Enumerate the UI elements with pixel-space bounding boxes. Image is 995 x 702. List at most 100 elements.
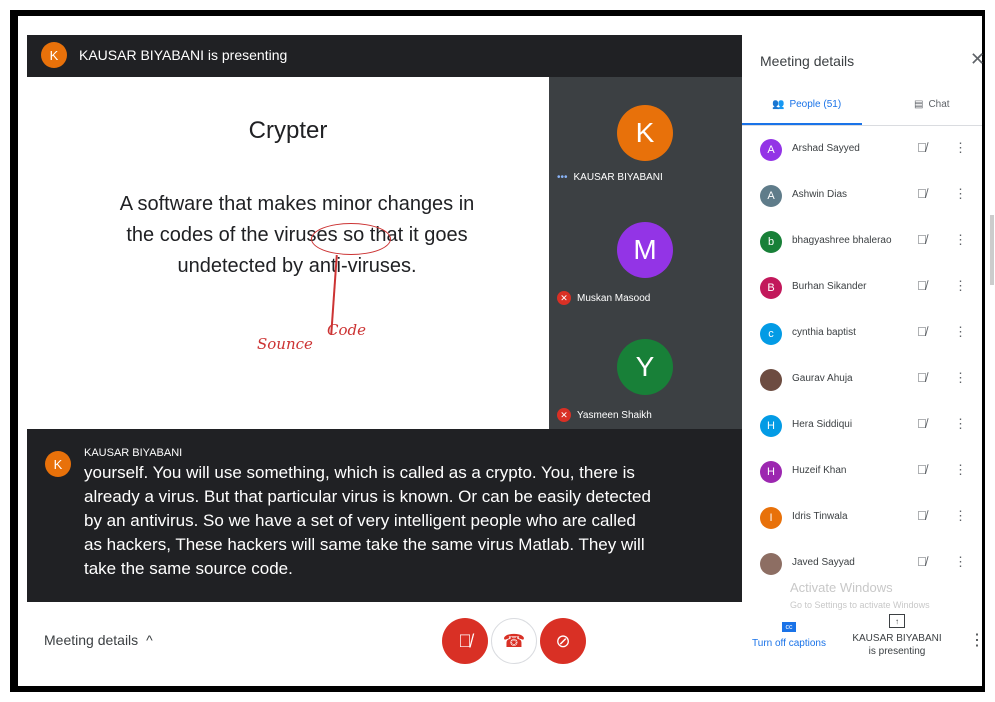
participant-tile[interactable]: K ••• KAUSAR BIYABANI [549, 77, 742, 194]
presenting-status-button[interactable]: ↑ KAUSAR BIYABANI is presenting [847, 614, 947, 658]
more-options-icon[interactable]: ⋮ [954, 370, 967, 386]
presenting-name: KAUSAR BIYABANI [852, 633, 942, 644]
person-name: Hera Siddiqui [792, 419, 853, 430]
more-options-icon[interactable]: ⋮ [954, 554, 967, 570]
camera-toggle-button[interactable]: ⊘ [540, 618, 586, 664]
more-options-icon[interactable]: ⋮ [954, 462, 967, 478]
person-name: Huzeif Khan [792, 465, 847, 476]
list-item[interactable]: b bhagyashree bhalerao 🎙̸ ⋮ [742, 220, 982, 266]
avatar: K [45, 451, 71, 477]
avatar: H [760, 461, 782, 483]
avatar: I [760, 507, 782, 529]
mic-off-icon: 🎙̸ [917, 232, 927, 247]
person-name: Gaurav Ahuja [792, 373, 853, 384]
avatar-photo [760, 553, 782, 575]
tab-divider [742, 125, 982, 126]
list-item[interactable]: Gaurav Ahuja 🎙̸ ⋮ [742, 358, 982, 404]
mic-off-icon: 🎙̸ [917, 186, 927, 201]
activate-windows-watermark: Activate Windows [790, 580, 893, 595]
list-item[interactable]: A Arshad Sayyed 🎙̸ ⋮ [742, 128, 982, 174]
mic-off-icon: 🎙̸ [917, 416, 927, 431]
participant-tile[interactable]: Y ✕ Yasmeen Shaikh [549, 311, 742, 428]
avatar: A [760, 185, 782, 207]
participant-tile[interactable]: M ✕ Muskan Masood [549, 194, 742, 311]
meeting-details-label: Meeting details [44, 632, 139, 648]
presenting-text: KAUSAR BIYABANI is presenting [79, 47, 288, 63]
more-options-icon[interactable]: ⋮ [969, 630, 985, 650]
avatar: H [760, 415, 782, 437]
more-options-icon[interactable]: ⋮ [954, 508, 967, 524]
avatar: c [760, 323, 782, 345]
bottom-toolbar: Meeting details ^ 🎙̸ ☎ ⊘ cc Turn off cap… [27, 602, 985, 686]
participant-name: ✕ Yasmeen Shaikh [557, 408, 652, 422]
presentation-slide: Crypter A software that makes minor chan… [27, 77, 549, 429]
turn-off-captions-label: Turn off captions [752, 638, 826, 649]
more-options-icon[interactable]: ⋮ [954, 278, 967, 294]
ink-annotation-source: Sounce [257, 335, 313, 353]
more-options-icon[interactable]: ⋮ [954, 140, 967, 156]
person-name: Javed Sayyad [792, 557, 855, 568]
person-name: Burhan Sikander [792, 281, 867, 292]
hang-up-icon: ☎ [502, 630, 526, 651]
list-item[interactable]: B Burhan Sikander 🎙̸ ⋮ [742, 266, 982, 312]
presenting-bar: K KAUSAR BIYABANI is presenting [27, 35, 742, 75]
caption-text: yourself. You will use something, which … [84, 463, 651, 578]
panel-scrollbar[interactable] [990, 215, 994, 285]
more-options-icon[interactable]: ⋮ [954, 232, 967, 248]
person-name: Ashwin Dias [792, 189, 848, 200]
mic-off-icon: 🎙̸ [917, 324, 927, 339]
tab-chat-label: Chat [928, 99, 950, 110]
mic-off-icon: 🎙̸ [917, 278, 927, 293]
chevron-up-icon: ^ [146, 632, 153, 648]
participant-name-label: Muskan Masood [577, 292, 651, 304]
tab-chat[interactable]: ▤ Chat [914, 99, 950, 110]
mic-off-icon: ✕ [557, 291, 571, 305]
more-options-icon[interactable]: ⋮ [954, 186, 967, 202]
presenting-status: is presenting [868, 646, 926, 657]
mic-off-icon: 🎙̸ [917, 462, 927, 477]
participant-name-label: Yasmeen Shaikh [577, 409, 652, 421]
list-item[interactable]: H Hera Siddiqui 🎙̸ ⋮ [742, 404, 982, 450]
participant-name-label: KAUSAR BIYABANI [573, 172, 663, 183]
mic-toggle-button[interactable]: 🎙̸ [442, 618, 488, 664]
avatar: b [760, 231, 782, 253]
participant-name: ••• KAUSAR BIYABANI [557, 172, 663, 183]
meeting-details-button[interactable]: Meeting details ^ [44, 632, 153, 648]
person-name: Idris Tinwala [792, 511, 848, 522]
list-item[interactable]: I Idris Tinwala 🎙̸ ⋮ [742, 496, 982, 542]
avatar: K [617, 105, 673, 161]
caption-area: K KAUSAR BIYABANI yourself. You will use… [27, 429, 742, 602]
mic-off-icon: 🎙̸ [917, 140, 927, 155]
more-options-icon[interactable]: ⋮ [954, 416, 967, 432]
avatar: A [760, 139, 782, 161]
ink-annotation-code: Code [327, 321, 366, 339]
person-name: Arshad Sayyed [792, 143, 860, 154]
person-name: cynthia baptist [792, 327, 856, 338]
captions-icon: cc [782, 622, 796, 632]
avatar-photo [760, 369, 782, 391]
mic-off-icon: ✕ [557, 408, 571, 422]
camera-off-icon: ⊘ [555, 630, 571, 651]
more-options-icon[interactable]: ⋮ [954, 324, 967, 340]
list-item[interactable]: c cynthia baptist 🎙̸ ⋮ [742, 312, 982, 358]
present-screen-icon: ↑ [889, 614, 905, 628]
panel-title: Meeting details [760, 53, 855, 69]
avatar: K [41, 42, 67, 68]
more-dots-icon: ••• [557, 172, 568, 183]
participant-tiles: K ••• KAUSAR BIYABANI M ✕ Muskan Masood … [549, 77, 742, 429]
mic-off-icon: 🎙̸ [917, 370, 927, 385]
mic-off-icon: 🎙̸ [917, 508, 927, 523]
participant-name: ✕ Muskan Masood [557, 291, 650, 305]
tab-people[interactable]: 👥 People (51) [772, 99, 841, 110]
close-icon[interactable]: ✕ [970, 49, 985, 70]
mic-off-icon: 🎙̸ [917, 554, 927, 569]
ink-circle-annotation [311, 223, 391, 255]
meeting-details-panel: Meeting details ✕ 👥 People (51) ▤ Chat A… [742, 35, 985, 602]
leave-call-button[interactable]: ☎ [491, 618, 537, 664]
list-item[interactable]: A Ashwin Dias 🎙̸ ⋮ [742, 174, 982, 220]
mic-off-icon: 🎙̸ [458, 630, 472, 651]
turn-off-captions-button[interactable]: cc Turn off captions [749, 622, 829, 649]
slide-body: A software that makes minor changes in t… [119, 193, 475, 277]
avatar: Y [617, 339, 673, 395]
list-item[interactable]: H Huzeif Khan 🎙̸ ⋮ [742, 450, 982, 496]
